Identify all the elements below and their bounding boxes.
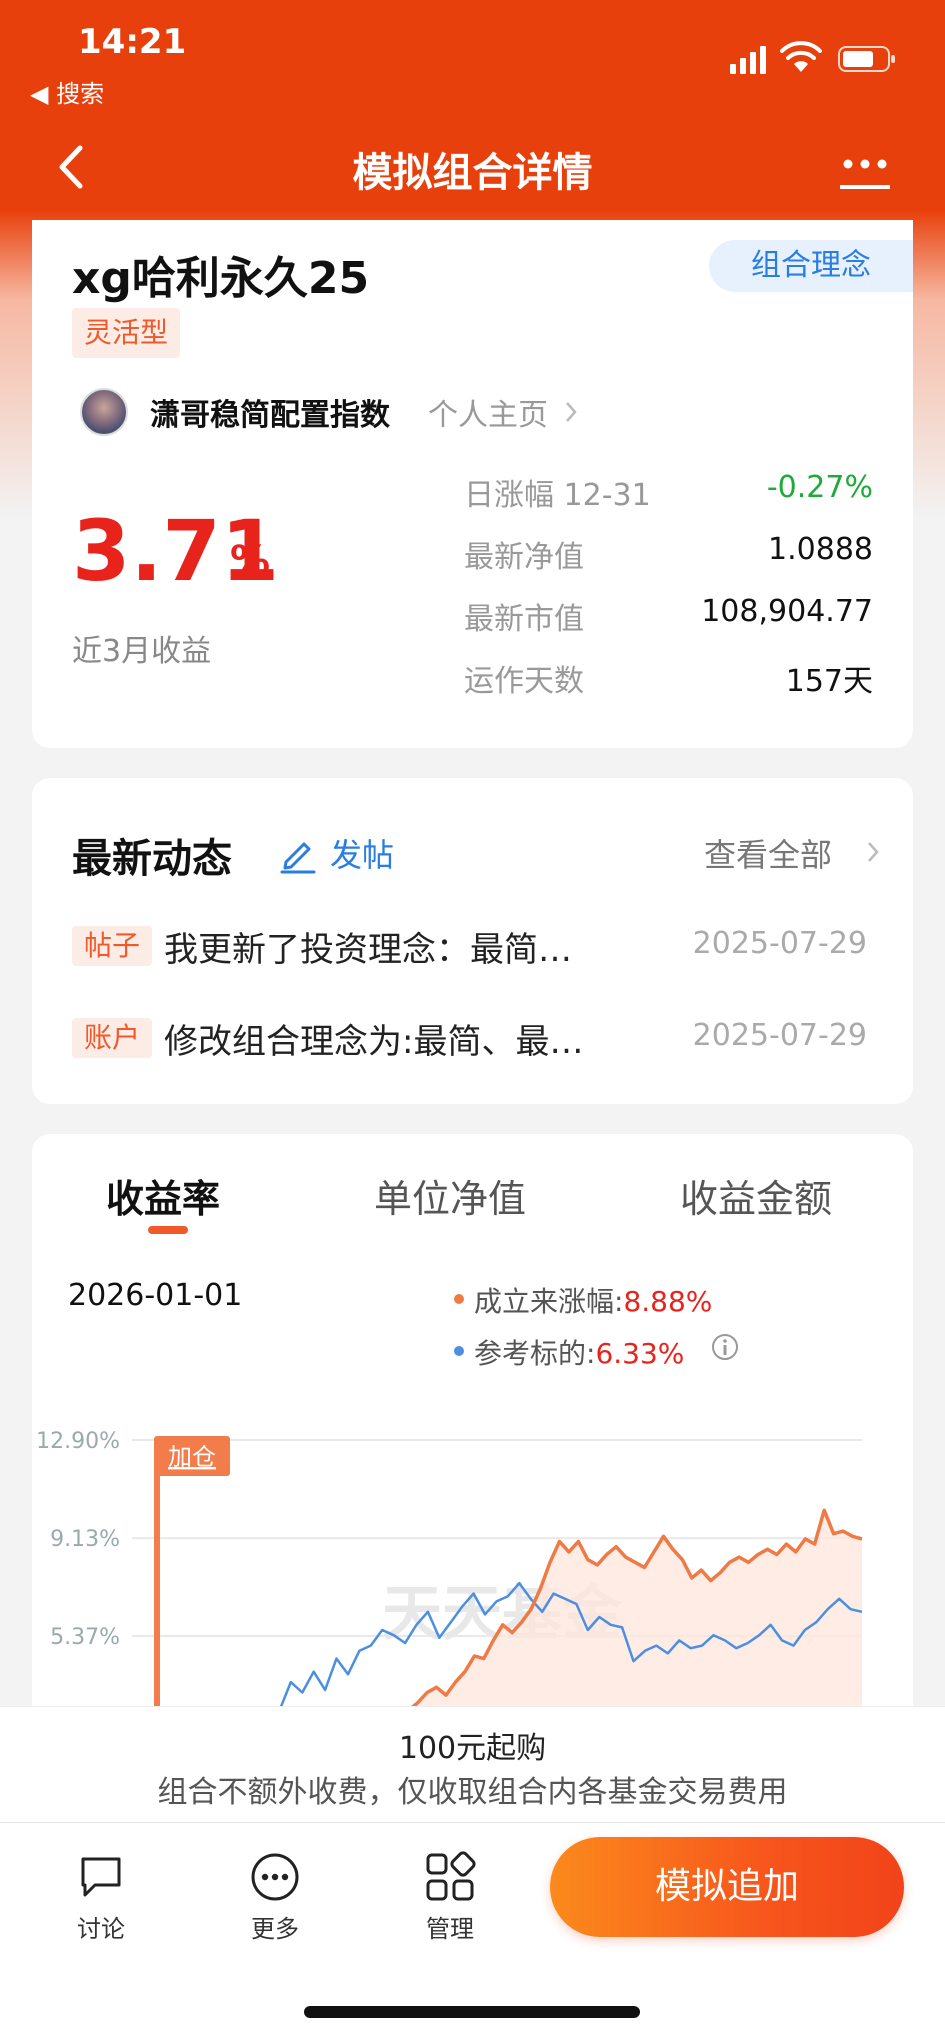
stat-label-nav: 最新净值 (464, 540, 584, 575)
tab-return-rate[interactable]: 收益率 (106, 1168, 220, 1223)
purchase-info-banner: 100元起购 组合不额外收费，仅收取组合内各基金交易费用 (0, 1706, 945, 1822)
top-nav: 模拟组合详情 (0, 110, 945, 220)
home-indicator (304, 2006, 640, 2018)
news-item-date: 2025-07-29 (692, 926, 867, 961)
page-title: 模拟组合详情 (352, 150, 593, 196)
chat-icon (81, 1857, 121, 1897)
legend-portfolio: 成立来涨幅:8.88% (474, 1280, 712, 1320)
status-bar: 14:21 ◀ 搜索 (0, 0, 945, 110)
battery-icon (838, 46, 895, 72)
y-tick-label: 5.37% (50, 1625, 120, 1650)
status-time: 14:21 (78, 22, 187, 62)
news-card: 最新动态 发帖 查看全部 帖子 我更新了投资理念：最简… 2025-07-29 … (32, 778, 913, 1104)
chevron-right-icon (566, 402, 577, 422)
homepage-link[interactable]: 个人主页 (428, 390, 548, 434)
return-chart[interactable]: 12.90%9.13%5.37% 天天基金加仓 (32, 1394, 913, 1734)
legend-benchmark: 参考标的:6.33% (474, 1332, 684, 1372)
avatar[interactable] (80, 388, 128, 436)
type-tag: 灵活型 (72, 308, 181, 358)
info-icon[interactable] (710, 1332, 740, 1362)
manage-label: 管理 (426, 1915, 474, 1943)
stat-value-daily: -0.27% (766, 470, 873, 505)
legend-label: 成立来涨幅: (474, 1285, 624, 1318)
news-item-date: 2025-07-29 (692, 1018, 867, 1053)
tab-return-amount[interactable]: 收益金额 (680, 1168, 832, 1223)
marker-line (154, 1446, 160, 1734)
stat-label-market-value: 最新市值 (464, 602, 584, 637)
news-tag: 帖子 (72, 926, 152, 966)
portfolio-name: xg哈利永久25 (72, 253, 370, 304)
simulate-add-button[interactable]: 模拟追加 (550, 1837, 904, 1937)
min-purchase-text: 100元起购 (398, 1731, 547, 1766)
legend-value: 6.33% (595, 1337, 685, 1370)
y-tick-label: 12.90% (36, 1429, 120, 1454)
legend-label: 参考标的: (474, 1337, 596, 1370)
portfolio-card: xg哈利永久25 组合理念 灵活型 潇哥稳简配置指数 个人主页 3.71 % 近… (32, 220, 913, 748)
return-unit: % (230, 538, 271, 584)
stat-value-market-value: 108,904.77 (701, 594, 873, 629)
view-all-link[interactable]: 查看全部 (704, 830, 832, 876)
post-button[interactable]: 发帖 (330, 830, 394, 876)
more-icon[interactable] (838, 152, 892, 192)
chart-date: 2026-01-01 (68, 1278, 243, 1313)
signal-icon (730, 46, 766, 74)
news-item-text[interactable]: 修改组合理念为:最简、最… (164, 1014, 674, 1063)
discuss-button[interactable]: 讨论 (46, 1851, 156, 1944)
owner-name[interactable]: 潇哥稳简配置指数 (150, 390, 390, 434)
news-tag: 账户 (72, 1018, 152, 1058)
discuss-label: 讨论 (77, 1915, 125, 1943)
news-title: 最新动态 (72, 836, 232, 882)
stat-value-nav: 1.0888 (768, 532, 873, 567)
grid-icon (426, 1851, 476, 1901)
legend-value: 8.88% (623, 1285, 713, 1318)
stat-label-daily: 日涨幅 12-31 (464, 478, 651, 513)
fee-info-text: 组合不额外收费，仅收取组合内各基金交易费用 (157, 1775, 788, 1810)
chart-card: 收益率 单位净值 收益金额 2026-01-01 成立来涨幅:8.88% 参考标… (32, 1134, 913, 1734)
manage-button[interactable]: 管理 (395, 1851, 505, 1944)
chevron-right-icon (868, 842, 879, 862)
marker-label: 加仓 (168, 1443, 216, 1471)
stat-value-days: 157天 (785, 664, 873, 699)
stat-label-days: 运作天数 (464, 664, 584, 699)
concept-button[interactable]: 组合理念 (709, 240, 913, 292)
wifi-icon (780, 41, 822, 72)
legend-dot-benchmark (454, 1346, 464, 1356)
return-label: 近3月收益 (72, 634, 212, 669)
legend-dot-portfolio (454, 1294, 464, 1304)
more-label: 更多 (251, 1915, 299, 1943)
y-tick-label: 9.13% (50, 1527, 120, 1552)
tab-unit-nav[interactable]: 单位净值 (374, 1168, 526, 1223)
active-tab-indicator (148, 1226, 188, 1234)
pencil-icon[interactable] (278, 834, 318, 874)
more-button[interactable]: 更多 (220, 1851, 330, 1944)
back-to-search[interactable]: ◀ 搜索 (30, 74, 104, 109)
more-circle-icon (251, 1853, 299, 1901)
news-item-text[interactable]: 我更新了投资理念：最简… (164, 922, 674, 971)
